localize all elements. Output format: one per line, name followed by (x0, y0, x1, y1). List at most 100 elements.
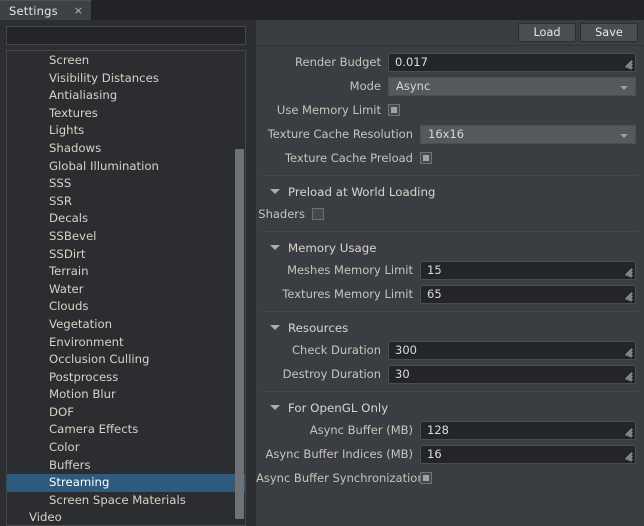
field-label: Use Memory Limit (256, 103, 388, 117)
sidebar-item-streaming[interactable]: Streaming (7, 474, 245, 492)
async-buffer-synchronization-checkbox[interactable] (420, 472, 432, 484)
section-header-preload-at-world-loading[interactable]: Preload at World Loading (256, 181, 644, 202)
sidebar-item-video[interactable]: Video (7, 509, 245, 526)
resize-grip-icon[interactable] (623, 268, 632, 277)
destroy-duration-input[interactable]: 30 (388, 365, 636, 384)
field-label: Textures Memory Limit (256, 287, 420, 301)
sidebar-item-shadows[interactable]: Shadows (7, 140, 245, 158)
section-header-for-opengl-only[interactable]: For OpenGL Only (256, 397, 644, 418)
sidebar-item-environment[interactable]: Environment (7, 334, 245, 352)
textures-memory-limit-input[interactable]: 65 (420, 285, 636, 304)
field-label: Destroy Duration (256, 367, 388, 381)
save-button[interactable]: Save (580, 23, 638, 42)
row-meshes-memory-limit: Meshes Memory Limit15 (256, 258, 644, 282)
resize-grip-icon[interactable] (623, 372, 632, 381)
panel-toolbar: Load Save (256, 20, 644, 46)
meshes-memory-limit-input[interactable]: 15 (420, 261, 636, 280)
divider (262, 311, 638, 312)
sidebar-item-postprocess[interactable]: Postprocess (7, 369, 245, 387)
sidebar-item-color[interactable]: Color (7, 439, 245, 457)
sidebar-item-vegetation[interactable]: Vegetation (7, 316, 245, 334)
field-label: Async Buffer (MB) (256, 423, 420, 437)
sidebar-scrollbar-thumb[interactable] (235, 149, 244, 519)
shaders-checkbox[interactable] (312, 208, 324, 220)
sidebar-item-label: Buffers (49, 458, 91, 472)
tab-settings[interactable]: Settings × (0, 0, 92, 20)
sidebar-item-lights[interactable]: Lights (7, 122, 245, 140)
sidebar-item-water[interactable]: Water (7, 281, 245, 299)
settings-window: Settings × Screen Visibility DistancesAnt… (0, 0, 644, 526)
resize-grip-icon[interactable] (623, 452, 632, 461)
field-label: Shaders (256, 207, 312, 221)
async-buffer-indices-mb-input[interactable]: 16 (420, 445, 636, 464)
resize-grip-icon[interactable] (623, 292, 632, 301)
sidebar-item-ssr[interactable]: SSR (7, 193, 245, 211)
divider (262, 175, 638, 176)
row-textures-memory-limit: Textures Memory Limit65 (256, 282, 644, 306)
sidebar-item-label: Lights (49, 123, 84, 137)
sidebar-item-label: Motion Blur (49, 387, 116, 401)
check-duration-input[interactable]: 300 (388, 341, 636, 360)
row-use-memory-limit: Use Memory Limit (256, 98, 644, 122)
sidebar-item-label: Streaming (49, 475, 109, 489)
row-mode: ModeAsync (256, 74, 644, 98)
load-button[interactable]: Load (518, 23, 576, 42)
sidebar-item-motion-blur[interactable]: Motion Blur (7, 386, 245, 404)
section-header-label: For OpenGL Only (288, 401, 388, 415)
field-value: 65 (421, 287, 442, 301)
section-header-memory-usage[interactable]: Memory Usage (256, 237, 644, 258)
sidebar-item-label: Global Illumination (49, 159, 159, 173)
sidebar-item-ssdirt[interactable]: SSDirt (7, 246, 245, 264)
sidebar-item-screen-space-materials[interactable]: Screen Space Materials (7, 492, 245, 510)
sidebar-item-global-illumination[interactable]: Global Illumination (7, 158, 245, 176)
select-value: Async (389, 79, 430, 93)
chevron-down-icon (620, 134, 628, 138)
search-input[interactable] (6, 26, 246, 45)
sidebar-item-terrain[interactable]: Terrain (7, 263, 245, 281)
sidebar-item-clouds[interactable]: Clouds (7, 298, 245, 316)
row-destroy-duration: Destroy Duration30 (256, 362, 644, 386)
section-header-resources[interactable]: Resources (256, 317, 644, 338)
sidebar-item-label: Vegetation (49, 317, 112, 331)
field-label: Meshes Memory Limit (256, 263, 420, 277)
sidebar-item-label: SSDirt (49, 247, 85, 261)
sidebar-item-sss[interactable]: SSS (7, 175, 245, 193)
sidebar-item-buffers[interactable]: Buffers (7, 457, 245, 475)
field-label: Mode (256, 79, 388, 93)
row-render-budget: Render Budget0.017 (256, 50, 644, 74)
field-value: 300 (389, 343, 417, 357)
use-memory-limit-checkbox[interactable] (388, 104, 400, 116)
sidebar-item-screen[interactable]: Screen (7, 52, 245, 70)
tab-bar: Settings × (0, 0, 644, 20)
row-texture-cache-preload: Texture Cache Preload (256, 146, 644, 170)
async-buffer-mb-input[interactable]: 128 (420, 421, 636, 440)
field-label: Texture Cache Resolution (256, 127, 420, 141)
sidebar-item-decals[interactable]: Decals (7, 210, 245, 228)
chevron-down-icon (620, 86, 628, 90)
resize-grip-icon[interactable] (623, 60, 632, 69)
sidebar-item-label: Postprocess (49, 370, 118, 384)
texture-cache-resolution-select[interactable]: 16x16 (420, 125, 636, 144)
chevron-down-icon (270, 405, 280, 410)
resize-grip-icon[interactable] (623, 428, 632, 437)
sidebar-item-label: SSR (49, 194, 72, 208)
sidebar-item-antialiasing[interactable]: Antialiasing (7, 87, 245, 105)
sidebar-item-textures[interactable]: Textures (7, 105, 245, 123)
texture-cache-preload-checkbox[interactable] (420, 152, 432, 164)
select-value: 16x16 (421, 127, 464, 141)
mode-select[interactable]: Async (388, 77, 636, 96)
sidebar-item-label: Camera Effects (49, 422, 138, 436)
field-value: 128 (421, 423, 449, 437)
sidebar-item-visibility-distances[interactable]: Visibility Distances (7, 70, 245, 88)
field-label: Async Buffer Indices (MB) (256, 447, 420, 461)
sidebar-item-label: Screen (49, 53, 89, 67)
chevron-down-icon (270, 189, 280, 194)
sidebar-item-label: Water (49, 282, 84, 296)
sidebar-item-camera-effects[interactable]: Camera Effects (7, 421, 245, 439)
render-budget-input[interactable]: 0.017 (388, 53, 636, 72)
sidebar-item-occlusion-culling[interactable]: Occlusion Culling (7, 351, 245, 369)
resize-grip-icon[interactable] (623, 348, 632, 357)
close-icon[interactable]: × (72, 5, 85, 17)
sidebar-item-ssbevel[interactable]: SSBevel (7, 228, 245, 246)
sidebar-item-dof[interactable]: DOF (7, 404, 245, 422)
